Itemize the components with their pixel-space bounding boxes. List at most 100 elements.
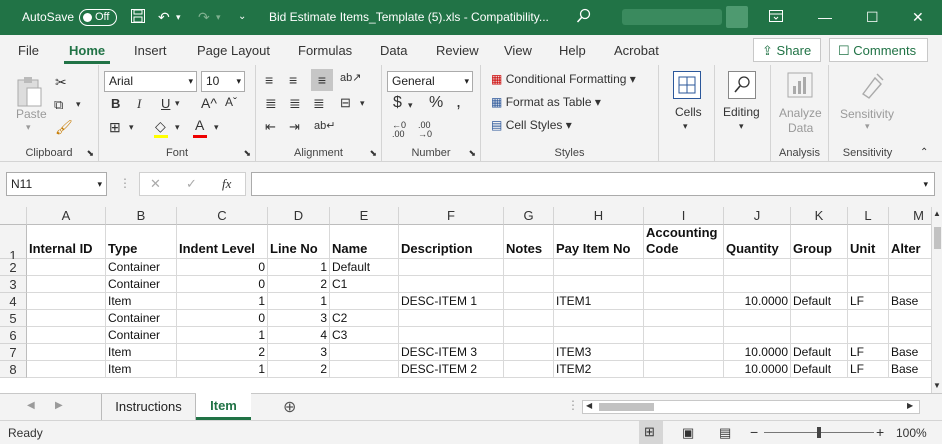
table-cell[interactable]: C2 xyxy=(330,310,399,327)
table-cell[interactable] xyxy=(791,276,848,293)
column-header-k[interactable]: K xyxy=(791,207,848,225)
tab-page-layout[interactable]: Page Layout xyxy=(197,43,270,58)
editing-label[interactable]: Editing xyxy=(723,105,760,119)
column-header-c[interactable]: C xyxy=(177,207,268,225)
table-cell[interactable] xyxy=(27,310,106,327)
table-cell[interactable] xyxy=(27,259,106,276)
table-cell[interactable]: 10.0000 xyxy=(724,344,791,361)
align-right-icon[interactable]: ≣ xyxy=(313,95,325,112)
row-header[interactable]: 3 xyxy=(0,276,27,293)
undo-dropdown-icon[interactable]: ▾ xyxy=(176,8,181,26)
table-cell[interactable]: 1 xyxy=(268,259,330,276)
table-cell[interactable] xyxy=(27,361,106,378)
horizontal-scroll-thumb[interactable] xyxy=(599,403,654,411)
autosave-toggle[interactable]: Off xyxy=(79,9,117,26)
table-cell[interactable] xyxy=(330,361,399,378)
column-header-l[interactable]: L xyxy=(848,207,889,225)
scroll-down-icon[interactable]: ▼ xyxy=(933,381,941,390)
comments-button[interactable]: ☐ Comments xyxy=(829,38,928,62)
table-cell[interactable] xyxy=(644,344,724,361)
table-cell[interactable]: LF xyxy=(848,293,889,310)
header-cell[interactable]: Type xyxy=(106,225,177,259)
row-header[interactable]: 6 xyxy=(0,327,27,344)
table-cell[interactable]: C3 xyxy=(330,327,399,344)
conditional-formatting-button[interactable]: ▦ Conditional Formatting ▾ xyxy=(491,72,636,86)
tab-view[interactable]: View xyxy=(504,43,532,58)
table-cell[interactable] xyxy=(504,344,554,361)
borders-icon[interactable]: ⊞ xyxy=(109,119,121,136)
cell-styles-button[interactable]: ▤ Cell Styles ▾ xyxy=(491,118,572,132)
column-header-f[interactable]: F xyxy=(399,207,504,225)
decrease-decimal-icon[interactable]: .00 →0 xyxy=(418,121,432,139)
font-color-dropdown-icon[interactable]: ▾ xyxy=(214,122,219,133)
table-cell[interactable] xyxy=(791,259,848,276)
table-cell[interactable] xyxy=(504,293,554,310)
table-cell[interactable]: 3 xyxy=(268,344,330,361)
column-header-d[interactable]: D xyxy=(268,207,330,225)
horizontal-scrollbar[interactable]: ◀ ▶ xyxy=(582,400,920,414)
table-cell[interactable] xyxy=(644,327,724,344)
row-header[interactable]: 1 xyxy=(0,225,27,263)
header-cell[interactable]: Name xyxy=(330,225,399,259)
ribbon-display-icon[interactable] xyxy=(768,8,784,28)
alignment-launcher-icon[interactable]: ⬊ xyxy=(369,148,377,159)
table-cell[interactable] xyxy=(399,276,504,293)
vertical-scroll-thumb[interactable] xyxy=(934,227,941,249)
sheet-tab-instructions[interactable]: Instructions xyxy=(101,394,196,420)
header-cell[interactable]: Line No xyxy=(268,225,330,259)
table-cell[interactable] xyxy=(724,310,791,327)
copy-dropdown-icon[interactable]: ▾ xyxy=(76,99,81,110)
table-cell[interactable] xyxy=(504,327,554,344)
table-cell[interactable] xyxy=(848,327,889,344)
table-cell[interactable]: 0 xyxy=(177,259,268,276)
cells-label[interactable]: Cells xyxy=(675,105,702,119)
table-cell[interactable] xyxy=(791,327,848,344)
header-cell[interactable]: Internal ID xyxy=(27,225,106,259)
table-cell[interactable] xyxy=(644,361,724,378)
tab-data[interactable]: Data xyxy=(380,43,407,58)
table-cell[interactable]: 2 xyxy=(268,276,330,293)
collapse-ribbon-icon[interactable]: ⌃ xyxy=(920,147,928,158)
header-cell[interactable]: Accounting Code xyxy=(644,225,724,259)
table-cell[interactable] xyxy=(724,276,791,293)
font-family-select[interactable]: Arial ▾ xyxy=(104,71,197,92)
table-cell[interactable]: ITEM2 xyxy=(554,361,644,378)
header-cell[interactable]: Indent Level xyxy=(177,225,268,259)
table-cell[interactable] xyxy=(554,276,644,293)
fill-color-dropdown-icon[interactable]: ▾ xyxy=(175,122,180,133)
table-cell[interactable] xyxy=(644,259,724,276)
worksheet-grid[interactable]: A B C D E F G H I J K L M 1 Internal ID Type Indent Leve… xyxy=(0,207,942,393)
font-color-icon[interactable]: A xyxy=(195,117,204,133)
formula-input[interactable]: ▾ xyxy=(251,172,935,196)
zoom-in-button[interactable]: + xyxy=(876,424,884,440)
column-header-i[interactable]: I xyxy=(644,207,724,225)
comma-button[interactable]: , xyxy=(456,91,461,112)
table-cell[interactable] xyxy=(504,361,554,378)
column-header-g[interactable]: G xyxy=(504,207,554,225)
clipboard-launcher-icon[interactable]: ⬊ xyxy=(86,148,94,159)
table-cell[interactable] xyxy=(848,259,889,276)
paste-dropdown-icon[interactable]: ▾ xyxy=(26,122,31,133)
row-header[interactable]: 7 xyxy=(0,344,27,361)
table-cell[interactable]: Container xyxy=(106,276,177,293)
header-cell[interactable]: Description xyxy=(399,225,504,259)
underline-dropdown-icon[interactable]: ▾ xyxy=(175,98,180,109)
top-align-icon[interactable]: ≡ xyxy=(265,72,273,88)
bottom-align-icon[interactable]: ≡ xyxy=(311,69,333,91)
number-launcher-icon[interactable]: ⬊ xyxy=(468,148,476,159)
table-cell[interactable] xyxy=(644,276,724,293)
tab-acrobat[interactable]: Acrobat xyxy=(614,43,659,58)
table-cell[interactable] xyxy=(27,344,106,361)
number-format-select[interactable]: General ▾ xyxy=(387,71,473,92)
column-header-b[interactable]: B xyxy=(106,207,177,225)
table-cell[interactable]: ITEM3 xyxy=(554,344,644,361)
zoom-out-button[interactable]: − xyxy=(750,424,758,440)
shrink-font-button[interactable]: Aˇ xyxy=(225,95,237,109)
table-cell[interactable] xyxy=(27,293,106,310)
wrap-text-icon[interactable]: ab↵ xyxy=(314,119,335,132)
table-cell[interactable]: 0 xyxy=(177,310,268,327)
header-cell[interactable]: Group xyxy=(791,225,848,259)
table-cell[interactable]: 10.0000 xyxy=(724,293,791,310)
table-cell[interactable]: 1 xyxy=(177,361,268,378)
row-header[interactable]: 5 xyxy=(0,310,27,327)
